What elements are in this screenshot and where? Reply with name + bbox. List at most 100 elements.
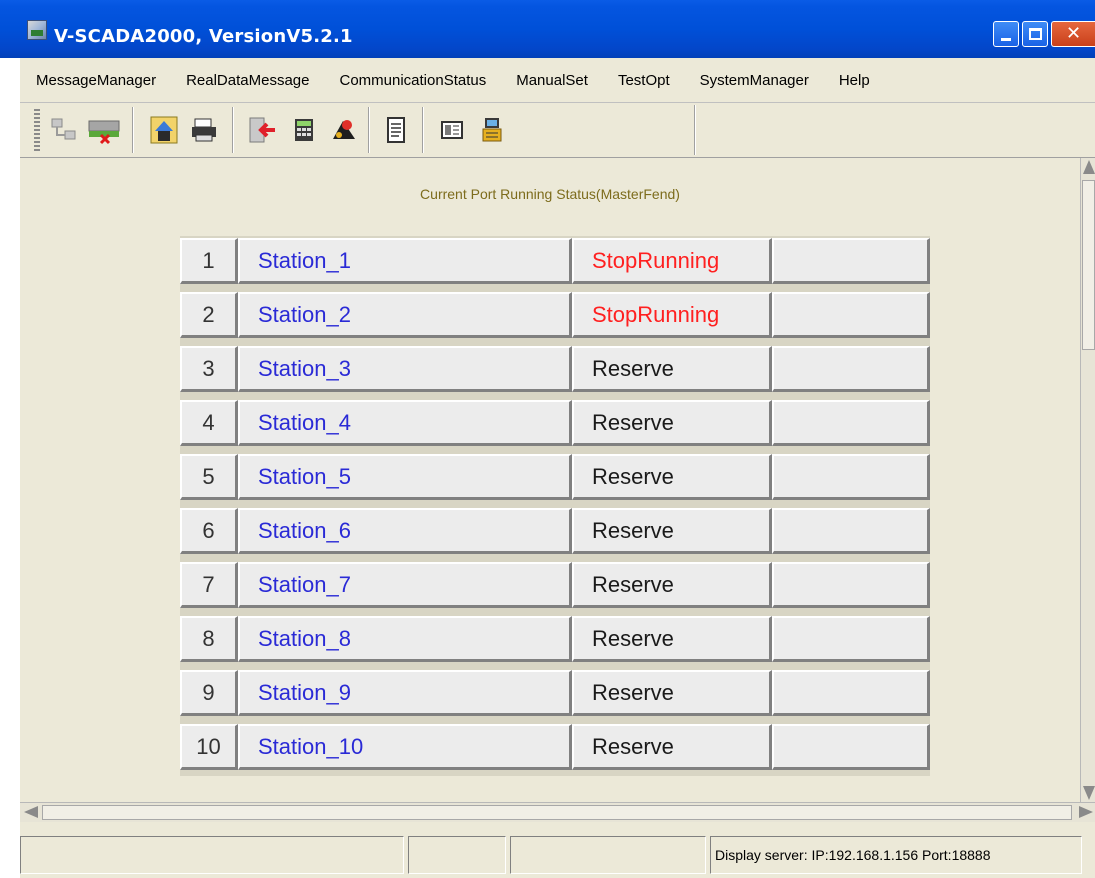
scroll-left-icon[interactable]: [24, 806, 38, 818]
station-name[interactable]: Station_2: [238, 292, 572, 338]
menu-real-data-message[interactable]: RealDataMessage: [186, 72, 309, 89]
port-extra: [772, 616, 930, 662]
port-status: Reserve: [572, 724, 772, 770]
port-status: StopRunning: [572, 238, 772, 284]
menu-bar: MessageManager RealDataMessage Communica…: [20, 58, 1095, 102]
close-button[interactable]: ✕: [1051, 21, 1095, 47]
status-pane-2: [408, 836, 506, 874]
port-status: Reserve: [572, 508, 772, 554]
calculator-button[interactable]: [286, 111, 322, 149]
station-name[interactable]: Station_6: [238, 508, 572, 554]
port-number: 6: [180, 508, 238, 554]
port-number: 8: [180, 616, 238, 662]
menu-help[interactable]: Help: [839, 72, 870, 89]
station-name[interactable]: Station_7: [238, 562, 572, 608]
port-status: Reserve: [572, 562, 772, 608]
menu-message-manager[interactable]: MessageManager: [36, 72, 156, 89]
server-info: Display server: IP:192.168.1.156 Port:18…: [710, 836, 1082, 874]
port-number: 5: [180, 454, 238, 500]
port-number: 2: [180, 292, 238, 338]
station-name[interactable]: Station_9: [238, 670, 572, 716]
port-number: 10: [180, 724, 238, 770]
port-number: 1: [180, 238, 238, 284]
network-disconnect-icon: [51, 118, 76, 140]
table-row: 3 Station_3 Reserve: [180, 344, 930, 398]
toolbar-separator: [368, 107, 370, 153]
alarm-button[interactable]: [326, 111, 362, 149]
menu-manual-set[interactable]: ManualSet: [516, 72, 588, 89]
minimize-icon: [1001, 37, 1011, 41]
toolbar-separator: [422, 107, 424, 153]
window-title: V-SCADA2000, VersionV5.2.1: [54, 26, 353, 47]
port-extra: [772, 346, 930, 392]
monitor-remove-icon: [88, 120, 120, 145]
toolbar-separator: [232, 107, 234, 153]
table-row: 4 Station_4 Reserve: [180, 398, 930, 452]
station-name[interactable]: Station_4: [238, 400, 572, 446]
toolbar-end-separator: [694, 105, 696, 155]
vertical-scroll-thumb[interactable]: [1082, 180, 1095, 350]
calculator-icon: [295, 119, 313, 141]
document-icon: [387, 117, 405, 143]
network-disconnect-button[interactable]: [46, 111, 82, 149]
status-panel: Current Port Running Status(MasterFend) …: [20, 158, 1080, 802]
port-extra: [772, 670, 930, 716]
panel-icon: [441, 121, 463, 139]
table-row: 1 Station_1 StopRunning: [180, 236, 930, 290]
toolbar-separator: [132, 107, 134, 153]
close-icon: ✕: [1065, 23, 1082, 44]
menu-communication-status[interactable]: CommunicationStatus: [339, 72, 486, 89]
station-name[interactable]: Station_10: [238, 724, 572, 770]
port-extra: [772, 724, 930, 770]
port-status-grid: 1 Station_1 StopRunning 2 Station_2 Stop…: [180, 236, 930, 776]
status-bar: Display server: IP:192.168.1.156 Port:18…: [20, 822, 1095, 878]
maximize-button[interactable]: [1022, 21, 1048, 47]
user-icon: [482, 118, 502, 142]
scroll-down-icon[interactable]: [1083, 786, 1095, 800]
toolbar: [20, 102, 1095, 158]
port-number: 7: [180, 562, 238, 608]
station-name[interactable]: Station_8: [238, 616, 572, 662]
window-frame-left: [0, 58, 20, 878]
monitor-remove-button[interactable]: [86, 111, 122, 149]
maximize-icon: [1028, 28, 1042, 40]
port-extra: [772, 400, 930, 446]
menu-system-manager[interactable]: SystemManager: [700, 72, 809, 89]
toolbar-grip[interactable]: [34, 109, 40, 151]
alarm-icon: [333, 120, 355, 139]
port-status: Reserve: [572, 400, 772, 446]
print-button[interactable]: [186, 111, 222, 149]
port-status: Reserve: [572, 346, 772, 392]
panel-title: Current Port Running Status(MasterFend): [420, 186, 680, 202]
port-extra: [772, 508, 930, 554]
port-number: 9: [180, 670, 238, 716]
port-status: Reserve: [572, 670, 772, 716]
table-row: 7 Station_7 Reserve: [180, 560, 930, 614]
port-extra: [772, 562, 930, 608]
port-status: Reserve: [572, 454, 772, 500]
exit-button[interactable]: [246, 111, 282, 149]
panel-button[interactable]: [434, 111, 470, 149]
horizontal-scrollbar[interactable]: [20, 802, 1095, 822]
print-icon: [192, 118, 216, 142]
status-pane-3: [510, 836, 706, 874]
table-row: 6 Station_6 Reserve: [180, 506, 930, 560]
user-button[interactable]: [474, 111, 510, 149]
horizontal-scroll-thumb[interactable]: [42, 805, 1072, 820]
menu-test-opt[interactable]: TestOpt: [618, 72, 670, 89]
scroll-up-icon[interactable]: [1083, 160, 1095, 174]
port-extra: [772, 238, 930, 284]
title-bar: V-SCADA2000, VersionV5.2.1 ✕: [0, 0, 1095, 58]
vertical-scrollbar[interactable]: [1080, 158, 1095, 802]
home-button[interactable]: [146, 111, 182, 149]
port-number: 4: [180, 400, 238, 446]
port-extra: [772, 292, 930, 338]
scroll-right-icon[interactable]: [1079, 806, 1093, 818]
station-name[interactable]: Station_5: [238, 454, 572, 500]
port-status: StopRunning: [572, 292, 772, 338]
document-button[interactable]: [378, 111, 414, 149]
station-name[interactable]: Station_3: [238, 346, 572, 392]
minimize-button[interactable]: [993, 21, 1019, 47]
port-status: Reserve: [572, 616, 772, 662]
station-name[interactable]: Station_1: [238, 238, 572, 284]
